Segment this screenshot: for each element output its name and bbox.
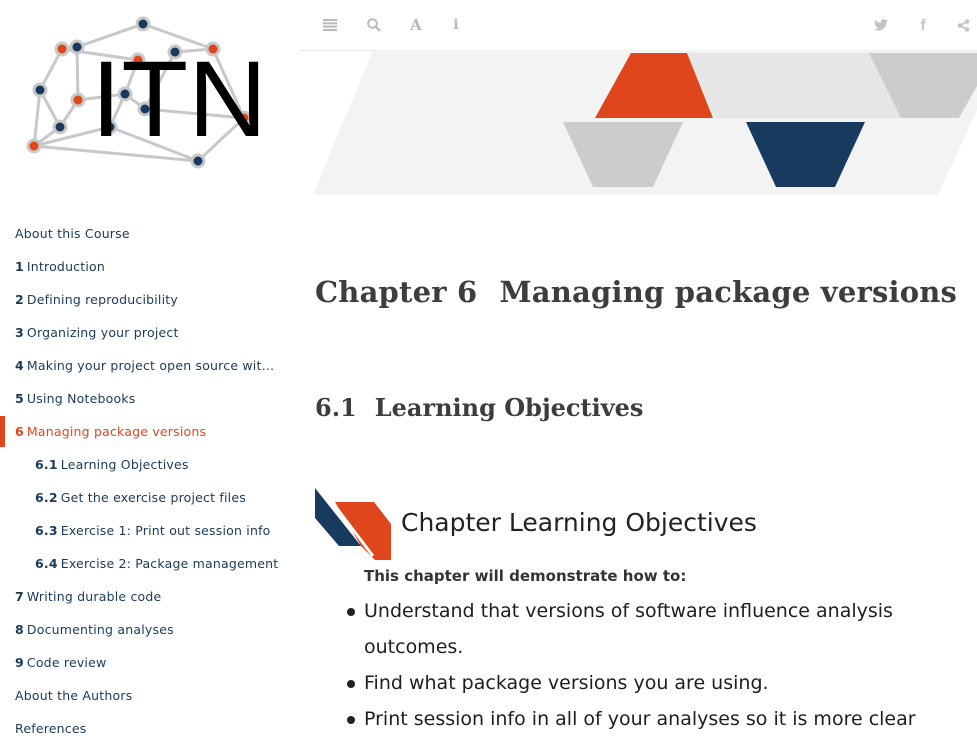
toc-item-label: Exercise 2: Package management — [60, 556, 279, 571]
twitter-button[interactable] — [869, 13, 893, 37]
objective-item: Print session info in all of your analys… — [346, 701, 956, 737]
toc-item[interactable]: 1 Introduction — [0, 250, 300, 283]
objectives-icon — [315, 488, 391, 560]
toc-item[interactable]: 6 Managing package versions — [0, 415, 300, 448]
toc-item[interactable]: 2 Defining reproducibility — [0, 283, 300, 316]
toc-item-label: About this Course — [15, 226, 130, 241]
twitter-icon — [874, 19, 888, 31]
toc-item-label: Code review — [26, 655, 107, 670]
search-icon — [367, 18, 381, 32]
toc-item-number: 5 — [15, 391, 24, 406]
itn-logo[interactable]: ITN — [20, 14, 280, 174]
toc-item-label: Making your project open source with … — [26, 358, 287, 373]
facebook-button[interactable]: f — [911, 13, 935, 37]
font-settings-button[interactable]: A — [404, 13, 428, 37]
toc-item-number: 6 — [15, 424, 24, 439]
toc-item-number: 3 — [15, 325, 24, 340]
share-button[interactable] — [951, 13, 975, 37]
toc-item[interactable]: 4 Making your project open source with … — [0, 349, 300, 382]
objectives-title: Chapter Learning Objectives — [401, 508, 757, 537]
sidebar: ITN About this Course 1 Introduction 2 Defin… — [0, 0, 300, 744]
toolbar: A i f — [300, 0, 977, 51]
toc-item-label: Introduction — [26, 259, 106, 274]
toc-item[interactable]: 6.2 Get the exercise project files — [0, 481, 300, 514]
toc-item[interactable]: About the Authors — [0, 679, 300, 712]
toc-item-label: Writing durable code — [26, 589, 162, 604]
toc-item[interactable]: References — [0, 712, 300, 744]
toc-item[interactable]: 6.3 Exercise 1: Print out session info — [0, 514, 300, 547]
objective-item: Find what package versions you are using… — [346, 665, 956, 701]
toc-item-number: 6.1 — [35, 457, 58, 472]
objective-item: Understand that versions of software inf… — [346, 593, 956, 665]
font-settings-icon: A — [410, 16, 422, 34]
toc-item-number: 1 — [15, 259, 24, 274]
toc-item-number: 7 — [15, 589, 24, 604]
toc-item-label: Exercise 1: Print out session info — [60, 523, 271, 538]
toggle-sidebar-button[interactable] — [318, 13, 342, 37]
chapter-title: Managing package versions — [499, 275, 958, 309]
toc-item[interactable]: 8 Documenting analyses — [0, 613, 300, 646]
toc-item-label: Defining reproducibility — [26, 292, 178, 307]
toc-item[interactable]: 7 Writing durable code — [0, 580, 300, 613]
logo-text: ITN — [91, 38, 267, 159]
toc-item[interactable]: 5 Using Notebooks — [0, 382, 300, 415]
menu-icon — [323, 19, 337, 31]
toc-item[interactable]: 6.4 Exercise 2: Package management — [0, 547, 300, 580]
toc-item-label: Documenting analyses — [26, 622, 174, 637]
toc-item-label: Get the exercise project files — [60, 490, 246, 505]
toc-item-number: 2 — [15, 292, 24, 307]
chapter-number: Chapter 6 — [315, 275, 478, 309]
chapter-banner — [313, 50, 977, 195]
toc-item-number: 6.3 — [35, 523, 58, 538]
toc-item-number: 9 — [15, 655, 24, 670]
section-number: 6.1 — [315, 393, 357, 422]
objectives-list: Understand that versions of software inf… — [346, 593, 956, 737]
toc-item-number: 8 — [15, 622, 24, 637]
section-heading: 6.1 Learning Objectives — [315, 393, 643, 422]
toc-item[interactable]: 9 Code review — [0, 646, 300, 679]
toc-item-label: About the Authors — [15, 688, 133, 703]
toc-item[interactable]: 6.1 Learning Objectives — [0, 448, 300, 481]
toc-item-number: 6.4 — [35, 556, 58, 571]
toc-item-label: References — [15, 721, 87, 736]
chapter-heading: Chapter 6 Managing package versions — [315, 275, 957, 309]
objectives-intro: This chapter will demonstrate how to: — [364, 567, 687, 585]
toc-item-label: Organizing your project — [26, 325, 179, 340]
toc-item-number: 6.2 — [35, 490, 58, 505]
toc-item-label: Managing package versions — [26, 424, 207, 439]
facebook-icon: f — [920, 16, 926, 34]
table-of-contents: About this Course 1 Introduction 2 Defining … — [0, 217, 300, 744]
info-icon: i — [453, 17, 459, 33]
toc-item-label: Using Notebooks — [26, 391, 136, 406]
info-button[interactable]: i — [444, 13, 468, 37]
toc-item-number: 4 — [15, 358, 24, 373]
toc-item[interactable]: 3 Organizing your project — [0, 316, 300, 349]
toc-item-label: Learning Objectives — [60, 457, 189, 472]
share-icon — [957, 18, 969, 32]
toc-item[interactable]: About this Course — [0, 217, 300, 250]
section-title: Learning Objectives — [374, 393, 644, 422]
search-button[interactable] — [362, 13, 386, 37]
